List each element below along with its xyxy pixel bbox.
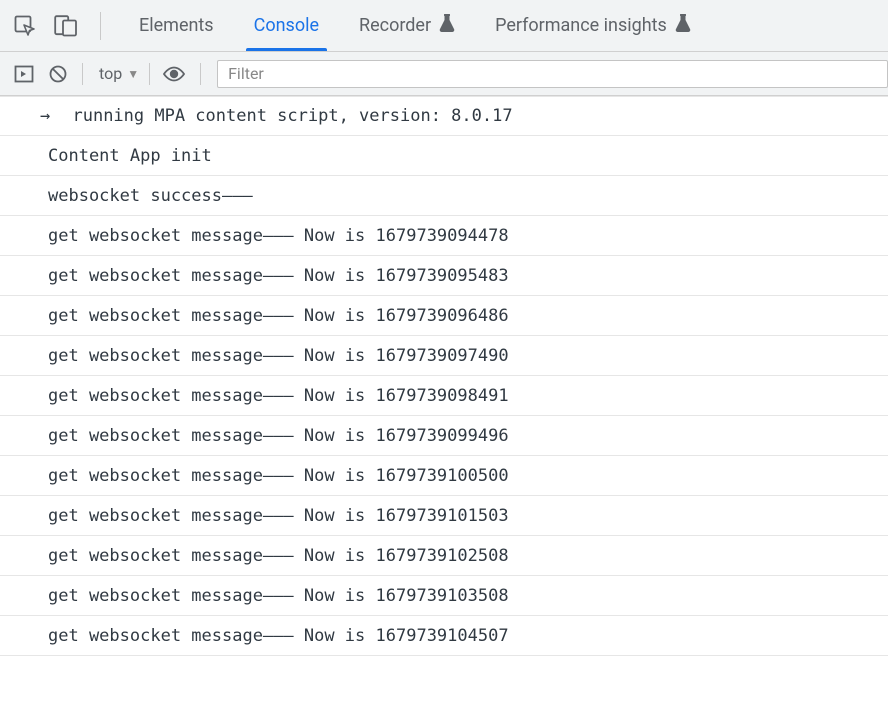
flask-icon	[439, 14, 455, 37]
chevron-down-icon: ▼	[127, 67, 139, 81]
log-row[interactable]: get websocket message——— Now is 16797390…	[0, 296, 888, 336]
toolbar-separator	[149, 63, 150, 85]
log-message: get websocket message——— Now is 16797390…	[48, 426, 509, 446]
log-row[interactable]: → running MPA content script, version: 8…	[0, 96, 888, 136]
tab-elements[interactable]: Elements	[119, 0, 234, 51]
tab-recorder-label: Recorder	[359, 15, 431, 36]
tab-performance-insights-label: Performance insights	[495, 15, 667, 36]
log-message: get websocket message——— Now is 16797390…	[48, 266, 509, 286]
log-message: get websocket message——— Now is 16797390…	[48, 346, 509, 366]
log-message: get websocket message——— Now is 16797391…	[48, 506, 509, 526]
log-message: get websocket message——— Now is 16797391…	[48, 586, 509, 606]
console-toolbar: top ▼	[0, 52, 888, 96]
log-message: get websocket message——— Now is 16797391…	[48, 546, 509, 566]
devtools-left-icons	[14, 15, 100, 37]
log-row[interactable]: get websocket message——— Now is 16797390…	[0, 416, 888, 456]
context-selector[interactable]: top ▼	[89, 64, 149, 83]
log-message: get websocket message——— Now is 16797391…	[48, 466, 509, 486]
tab-elements-label: Elements	[139, 15, 214, 36]
toolbar-separator	[200, 63, 201, 85]
log-row[interactable]: get websocket message——— Now is 16797391…	[0, 536, 888, 576]
log-row[interactable]: get websocket message——— Now is 16797390…	[0, 376, 888, 416]
log-row[interactable]: get websocket message——— Now is 16797391…	[0, 616, 888, 656]
filter-wrap	[217, 52, 888, 95]
log-arrow: →	[40, 106, 60, 126]
log-row[interactable]: get websocket message——— Now is 16797390…	[0, 216, 888, 256]
tab-separator	[100, 12, 101, 40]
log-row[interactable]: get websocket message——— Now is 16797391…	[0, 496, 888, 536]
device-toolbar-icon[interactable]	[54, 15, 78, 37]
log-message: get websocket message——— Now is 16797391…	[48, 626, 509, 646]
log-message: get websocket message——— Now is 16797390…	[48, 386, 509, 406]
log-row[interactable]: get websocket message——— Now is 16797391…	[0, 576, 888, 616]
console-log-area: → running MPA content script, version: 8…	[0, 96, 888, 656]
tab-performance-insights[interactable]: Performance insights	[475, 0, 711, 51]
log-row[interactable]: get websocket message——— Now is 16797391…	[0, 456, 888, 496]
log-row[interactable]: get websocket message——— Now is 16797390…	[0, 256, 888, 296]
log-message: Content App init	[48, 146, 212, 166]
log-row[interactable]: get websocket message——— Now is 16797390…	[0, 336, 888, 376]
toggle-console-sidebar-icon[interactable]	[14, 64, 34, 84]
log-message: websocket success———	[48, 186, 253, 206]
tab-console[interactable]: Console	[234, 0, 339, 51]
log-message: running MPA content script, version: 8.0…	[72, 106, 512, 126]
context-selector-label: top	[99, 64, 122, 83]
tab-recorder[interactable]: Recorder	[339, 0, 475, 51]
devtools-tabbar: Elements Console Recorder Performance in…	[0, 0, 888, 52]
log-row[interactable]: websocket success———	[0, 176, 888, 216]
devtools-tabs: Elements Console Recorder Performance in…	[119, 0, 711, 51]
inspect-element-icon[interactable]	[14, 15, 36, 37]
console-filter-input[interactable]	[217, 60, 888, 88]
flask-icon	[675, 14, 691, 37]
log-message: get websocket message——— Now is 16797390…	[48, 226, 509, 246]
toolbar-separator	[82, 63, 83, 85]
log-row[interactable]: Content App init	[0, 136, 888, 176]
tab-console-label: Console	[254, 15, 319, 36]
live-expression-icon[interactable]	[162, 65, 186, 83]
log-message: get websocket message——— Now is 16797390…	[48, 306, 509, 326]
clear-console-icon[interactable]	[48, 64, 68, 84]
